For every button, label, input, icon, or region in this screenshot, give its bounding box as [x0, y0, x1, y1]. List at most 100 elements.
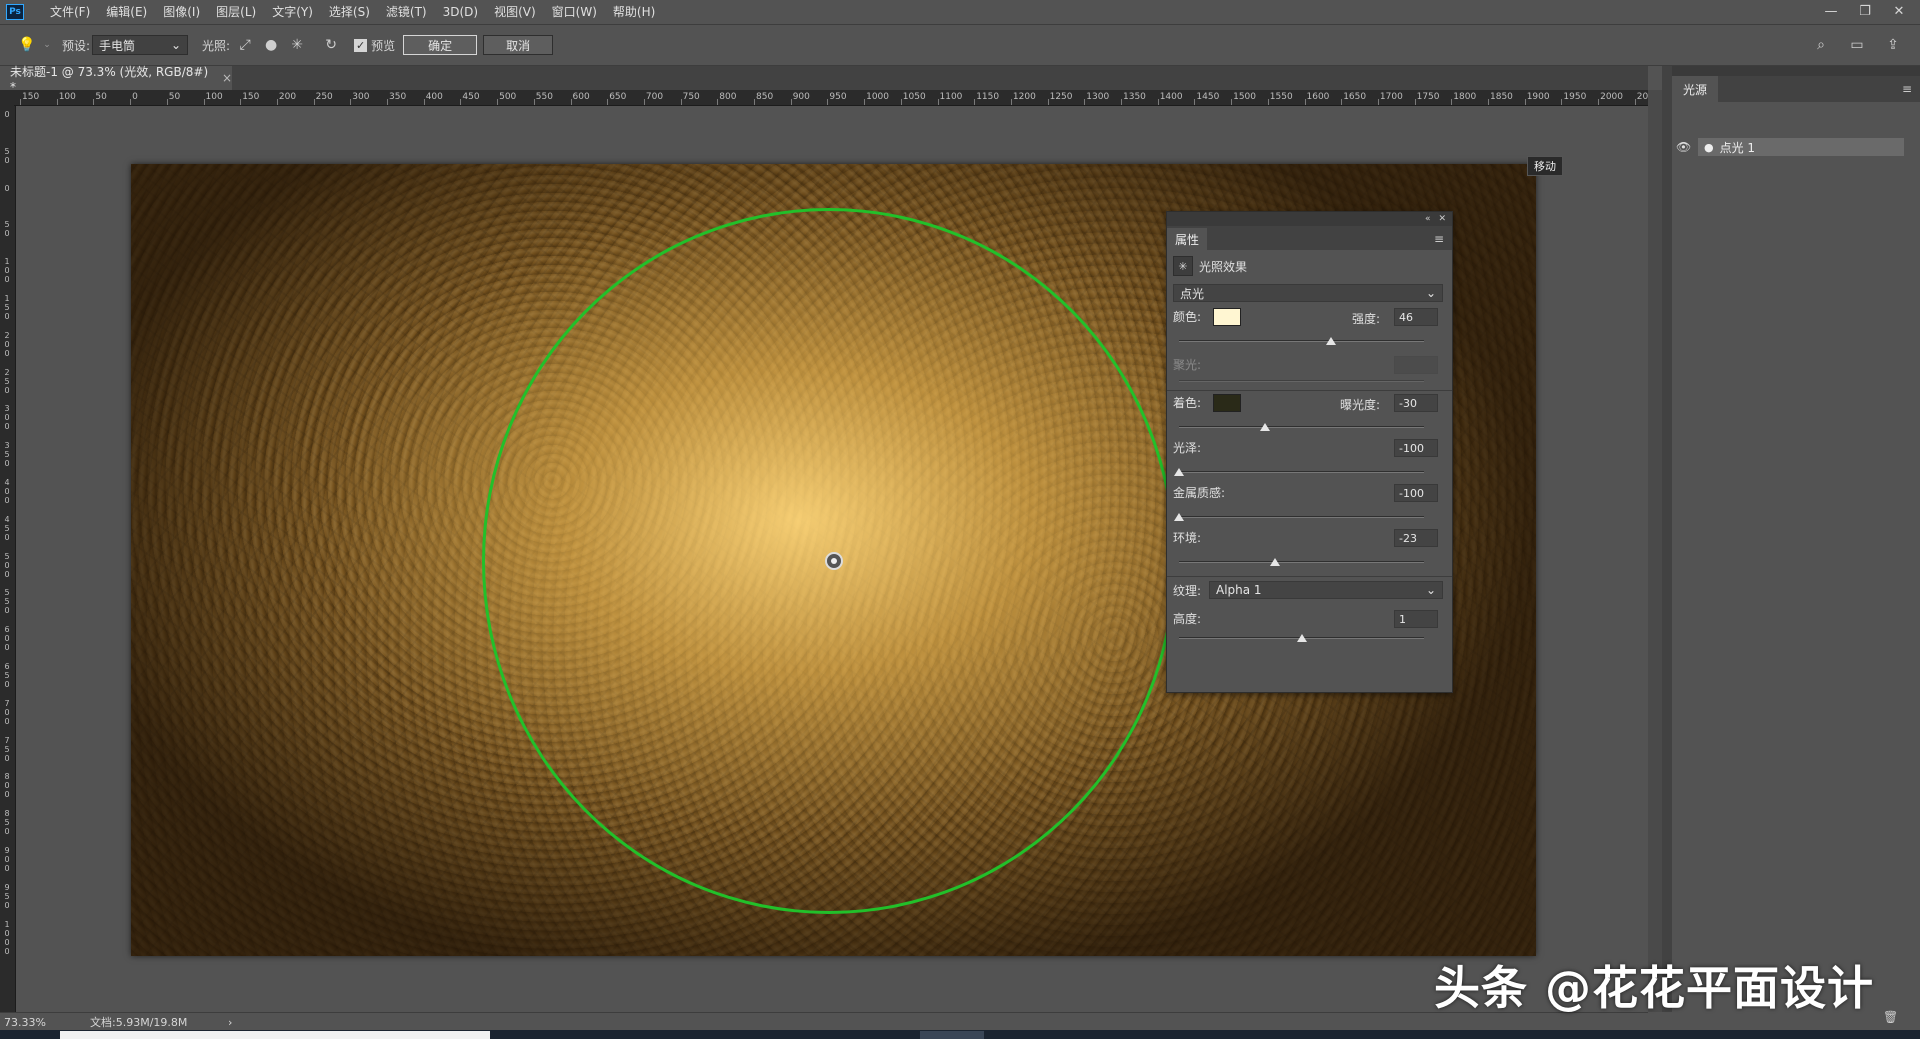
intensity-slider[interactable] [1179, 340, 1424, 342]
ambience-slider-thumb[interactable] [1269, 558, 1280, 566]
menu-item[interactable]: 3D(D) [435, 0, 486, 24]
panel-menu-icon[interactable]: ≡ [1434, 232, 1444, 246]
document-tab[interactable]: 未标题-1 @ 73.3% (光效, RGB/8#) * × [0, 65, 232, 94]
visibility-eye-icon[interactable]: 👁 [1676, 140, 1691, 154]
vertical-scrollbar[interactable] [1648, 90, 1662, 1012]
ruler-tick [1157, 99, 1159, 105]
ruler-tick [203, 99, 205, 105]
exposure-input[interactable]: -30 [1394, 394, 1438, 412]
close-tab-icon[interactable]: × [222, 71, 232, 85]
workspace-icon[interactable]: ▭ [1844, 32, 1870, 58]
hotspot-label: 聚光: [1173, 358, 1202, 372]
watermark-text: 头条 @花花平面设计 [1434, 961, 1875, 1015]
menu-item[interactable]: 窗口(W) [544, 0, 605, 24]
options-bar: 💡 ⌄ 预设: 手电筒 ⌄ 光照: ⤢ ● ✳ ↻ ✓ 预览 确定 取消 [0, 24, 1920, 66]
ambience-label: 环境: [1173, 531, 1202, 545]
ruler-label: 1150 [976, 92, 1000, 102]
exposure-slider-thumb[interactable] [1259, 423, 1270, 431]
document-size: 文档:5.93M/19.8M [90, 1016, 188, 1029]
ruler-label: 450 [462, 92, 480, 102]
height-slider-thumb[interactable] [1296, 634, 1307, 642]
menu-item[interactable]: 文件(F) [42, 0, 98, 24]
taskbar-search-box[interactable] [60, 1031, 490, 1039]
reset-icon[interactable]: ↻ [318, 32, 344, 58]
preset-select[interactable]: 手电筒 ⌄ [92, 35, 189, 55]
menu-item[interactable]: 图像(I) [155, 0, 208, 24]
gloss-input[interactable]: -100 [1394, 439, 1438, 457]
texture-select[interactable]: Alpha 1 ⌄ [1209, 581, 1443, 599]
ruler-tick [130, 99, 132, 105]
ruler-label: 1500 [1233, 92, 1256, 102]
menu-item[interactable]: 滤镜(T) [378, 0, 435, 24]
ruler-tick [1267, 99, 1269, 105]
colorize-swatch[interactable] [1213, 394, 1241, 412]
trash-icon[interactable]: 🗑 [1883, 1010, 1898, 1024]
restore-button[interactable]: ❐ [1848, 0, 1882, 22]
ok-button[interactable]: 确定 [403, 35, 478, 55]
status-arrow-icon[interactable]: › [228, 1016, 232, 1029]
colorize-label: 着色: [1173, 396, 1202, 410]
intensity-label: 强度: [1352, 312, 1381, 326]
tab-lights[interactable]: 光源 [1672, 76, 1718, 102]
ruler-label: 5 0 [4, 146, 10, 165]
zoom-level[interactable]: 73.33% [4, 1016, 84, 1029]
ruler-label: 150 [22, 92, 40, 102]
light-type-select[interactable]: 点光 ⌄ [1173, 284, 1443, 302]
intensity-input[interactable]: 46 [1394, 308, 1438, 326]
collapse-icon[interactable]: « [1425, 214, 1431, 224]
ruler-label: 9 0 0 [4, 846, 10, 873]
ruler-label: 650 [609, 92, 627, 102]
light-color-swatch[interactable] [1213, 308, 1241, 326]
ruler-tick [937, 99, 939, 105]
ruler-label: 9 5 0 [4, 882, 10, 910]
ruler-label: 950 [829, 92, 847, 102]
ruler-tick [166, 99, 168, 105]
minimize-button[interactable]: — [1814, 0, 1848, 22]
light-list-item[interactable]: ● 点光 1 [1698, 138, 1904, 156]
menu-item[interactable]: 视图(V) [486, 0, 544, 24]
gloss-slider[interactable] [1179, 471, 1424, 473]
exposure-slider[interactable] [1179, 426, 1424, 428]
lights-panel-menu-icon[interactable]: ≡ [1902, 82, 1912, 96]
infinite-light-icon[interactable]: ✳ [284, 32, 310, 58]
cancel-button[interactable]: 取消 [483, 35, 554, 55]
search-icon[interactable]: ⌕ [1808, 32, 1834, 58]
metallic-input[interactable]: -100 [1394, 484, 1438, 502]
menu-items: 文件(F) 编辑(E) 图像(I) 图层(L) 文字(Y) 选择(S) 滤镜(T) 3D(D)… [42, 0, 663, 24]
metallic-slider-thumb[interactable] [1174, 513, 1184, 521]
menu-item[interactable]: 图层(L) [208, 0, 264, 24]
lights-panel [1672, 66, 1920, 1012]
point-light-icon: ● [1704, 140, 1714, 154]
ambience-input[interactable]: -23 [1394, 529, 1438, 547]
height-input[interactable]: 1 [1394, 610, 1438, 628]
share-icon[interactable]: ⇪ [1880, 32, 1906, 58]
point-light-icon[interactable]: ● [258, 32, 284, 58]
close-window-button[interactable]: ✕ [1882, 0, 1916, 22]
menu-item[interactable]: 帮助(H) [605, 0, 663, 24]
tab-properties[interactable]: 属性 [1167, 228, 1208, 250]
menu-item[interactable]: 编辑(E) [98, 0, 155, 24]
light-center-handle[interactable] [825, 552, 843, 570]
lighting-tool-icon[interactable]: 💡 [14, 32, 40, 58]
ruler-label: 6 5 0 [4, 662, 10, 689]
tool-dropdown-icon[interactable]: ⌄ [40, 32, 54, 58]
ruler-label: 1550 [1269, 92, 1293, 102]
ruler-label: 8 5 0 [4, 809, 10, 837]
ruler-tick [533, 99, 535, 105]
taskbar-item[interactable] [920, 1031, 984, 1039]
spot-light-icon[interactable]: ⤢ [232, 32, 258, 58]
ruler-label: 1450 [1196, 92, 1220, 102]
ruler-tick [643, 99, 645, 105]
gloss-slider-thumb[interactable] [1174, 468, 1184, 476]
menu-item[interactable]: 选择(S) [321, 0, 378, 24]
preview-checkbox[interactable]: ✓ [354, 38, 368, 52]
ambience-slider[interactable] [1179, 561, 1424, 563]
ruler-tick [1084, 99, 1086, 105]
ruler-label: 600 [572, 92, 590, 102]
menu-item[interactable]: 文字(Y) [264, 0, 321, 24]
close-panel-icon[interactable]: ✕ [1438, 214, 1446, 224]
ruler-label: 1400 [1159, 92, 1183, 102]
ruler-label: 100 [205, 92, 223, 102]
intensity-slider-thumb[interactable] [1325, 337, 1336, 345]
metallic-slider[interactable] [1179, 516, 1424, 518]
